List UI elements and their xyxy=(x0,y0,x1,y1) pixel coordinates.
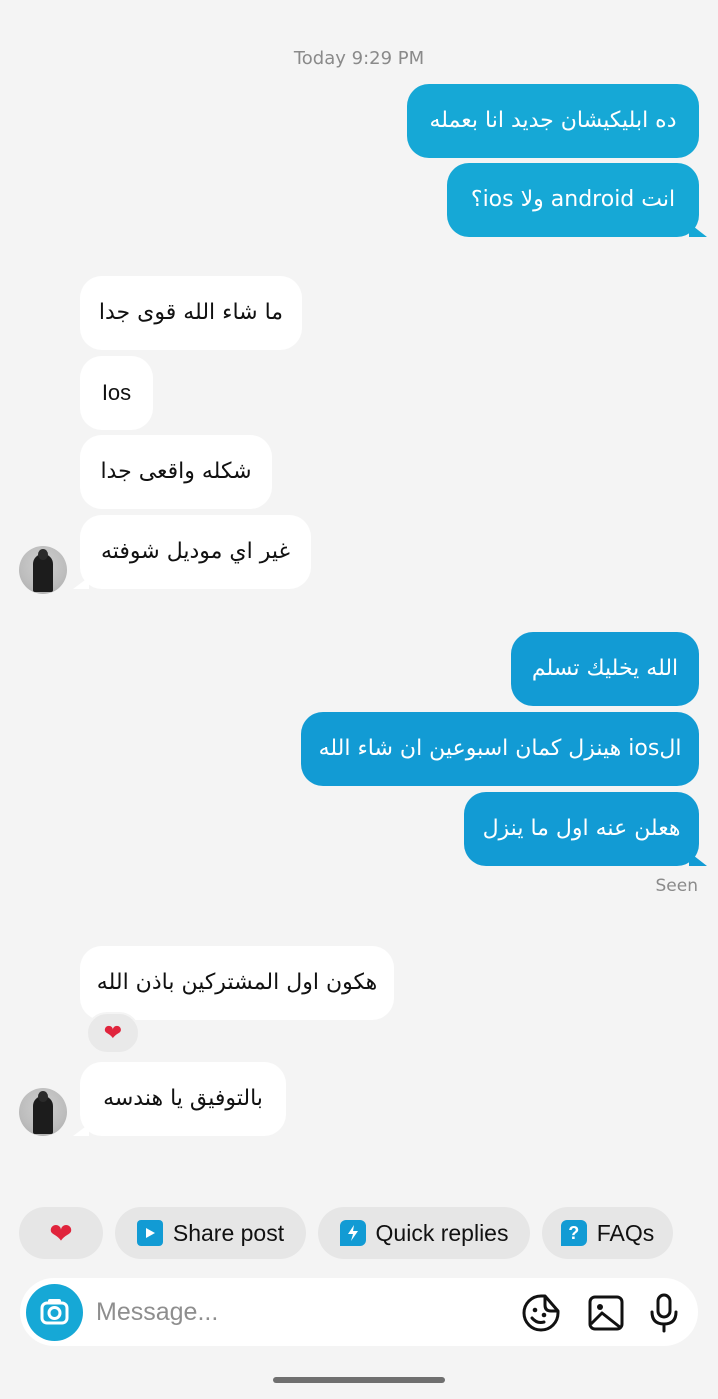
message-bubble-incoming[interactable]: ما شاء الله قوى جدا xyxy=(80,276,302,350)
sticker-icon[interactable] xyxy=(520,1292,562,1334)
message-bubble-outgoing[interactable]: ده ابليكيشان جديد انا بعمله xyxy=(407,84,699,158)
avatar[interactable] xyxy=(19,546,67,594)
faqs-label: FAQs xyxy=(596,1219,655,1246)
heart-icon: ❤ xyxy=(49,1217,73,1249)
microphone-icon[interactable] xyxy=(643,1292,685,1334)
message-bubble-outgoing[interactable]: هعلن عنه اول ما ينزل xyxy=(464,792,699,866)
message-bubble-incoming[interactable]: هكون اول المشتركين باذن الله xyxy=(80,946,394,1020)
message-bubble-incoming[interactable]: شكله واقعى جدا xyxy=(80,435,272,509)
avatar[interactable] xyxy=(19,1088,67,1136)
message-bubble-incoming[interactable]: بالتوفيق يا هندسه xyxy=(80,1062,286,1136)
heart-chip[interactable]: ❤ xyxy=(19,1207,103,1259)
chat-timestamp: Today 9:29 PM xyxy=(293,48,425,69)
lightning-icon xyxy=(339,1220,366,1246)
message-bubble-outgoing[interactable]: الله يخليك تسلم xyxy=(511,632,699,706)
faqs-button[interactable]: ? FAQs xyxy=(542,1207,673,1259)
share-post-button[interactable]: Share post xyxy=(115,1207,306,1259)
quick-replies-label: Quick replies xyxy=(375,1219,509,1246)
heart-reaction[interactable]: ❤ xyxy=(86,1012,140,1054)
message-composer xyxy=(20,1278,698,1346)
quick-replies-button[interactable]: Quick replies xyxy=(318,1207,530,1259)
message-input[interactable] xyxy=(96,1290,476,1334)
message-bubble-outgoing[interactable]: الios هينزل كمان اسبوعين ان شاء الله xyxy=(301,712,699,786)
camera-icon[interactable] xyxy=(26,1284,83,1341)
share-post-label: Share post xyxy=(172,1219,285,1246)
gallery-icon[interactable] xyxy=(585,1292,627,1334)
question-icon: ? xyxy=(560,1220,587,1246)
seen-status: Seen xyxy=(655,876,698,896)
home-indicator xyxy=(273,1377,445,1383)
message-bubble-incoming[interactable]: Ios xyxy=(80,356,153,430)
play-icon xyxy=(136,1220,163,1246)
message-bubble-incoming[interactable]: غير اي موديل شوفته xyxy=(80,515,311,589)
message-bubble-outgoing[interactable]: انت android ولا ios؟ xyxy=(447,163,699,237)
